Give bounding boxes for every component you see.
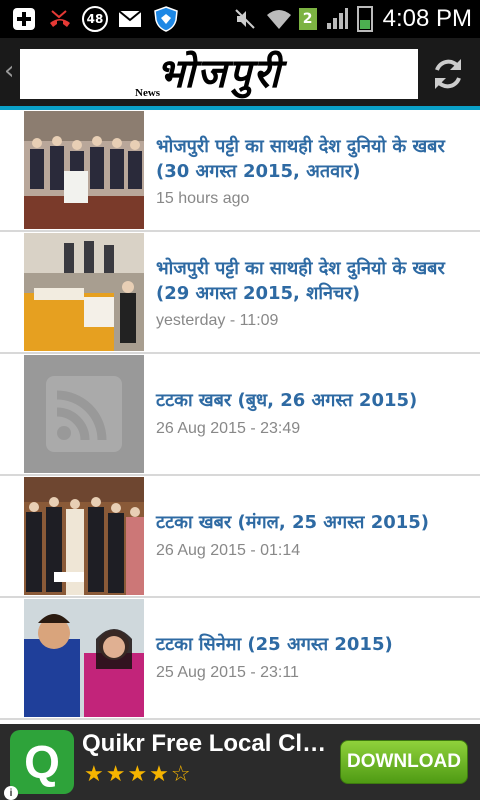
article-thumbnail [24, 599, 144, 717]
ad-banner[interactable]: Q Quikr Free Local Cla... ★★★★☆ DOWNLOAD… [0, 724, 480, 800]
refresh-icon[interactable] [426, 52, 470, 96]
article-row[interactable]: टटका खबर (बुध, 26 अगस्त 2015) 26 Aug 201… [0, 354, 480, 476]
clock: 4:08 PM [382, 5, 472, 32]
article-title[interactable]: टटका खबर (मंगल, 25 अगस्त 2015) [156, 510, 468, 535]
download-button[interactable]: DOWNLOAD [340, 740, 468, 784]
mute-icon [231, 5, 259, 33]
article-row[interactable]: टटका सिनेमा (25 अगस्त 2015) 25 Aug 2015 … [0, 598, 480, 720]
app-logo[interactable]: भोजपुरी News [20, 49, 418, 99]
article-date: yesterday - 11:09 [156, 312, 279, 329]
ad-title[interactable]: Quikr Free Local Cla... [82, 730, 332, 758]
article-date: 15 hours ago [156, 190, 250, 207]
article-thumbnail [24, 111, 144, 229]
mail-icon [116, 5, 144, 33]
star-rating: ★★★★☆ [84, 762, 193, 787]
action-bar: ‹ भोजपुरी News [0, 38, 480, 110]
quikr-app-icon[interactable]: Q [10, 730, 74, 794]
status-bar-notifications: 48 [10, 5, 180, 33]
add-icon [10, 5, 38, 33]
chevron-left-icon[interactable]: ‹ [4, 56, 14, 86]
article-date: 26 Aug 2015 - 23:49 [156, 420, 301, 437]
article-title[interactable]: भोजपुरी पट्टी का साथही देश दुनियो के खबर… [156, 134, 468, 184]
article-title[interactable]: भोजपुरी पट्टी का साथही देश दुनियो के खबर… [156, 256, 468, 306]
logo-subtitle: News [135, 87, 161, 99]
missed-call-icon [46, 5, 74, 33]
article-date: 25 Aug 2015 - 23:11 [156, 664, 299, 681]
wifi-icon [265, 5, 293, 33]
status-bar: 48 2 4:08 PM [0, 0, 480, 38]
notification-count-badge: 48 [82, 6, 108, 32]
status-bar-system: 2 4:08 PM [231, 4, 472, 34]
article-date: 26 Aug 2015 - 01:14 [156, 542, 301, 559]
article-list: भोजपुरी पट्टी का साथही देश दुनियो के खबर… [0, 110, 480, 724]
article-row[interactable]: भोजपुरी पट्टी का साथही देश दुनियो के खबर… [0, 110, 480, 232]
signal-icon [323, 5, 351, 33]
article-thumbnail [24, 233, 144, 351]
logo-title: भोजपुरी [156, 50, 282, 97]
shield-icon [152, 5, 180, 33]
battery-icon [356, 6, 373, 32]
article-row[interactable]: टटका खबर (मंगल, 25 अगस्त 2015) 26 Aug 20… [0, 476, 480, 598]
article-thumbnail [24, 477, 144, 595]
rss-icon [24, 355, 144, 473]
ad-info-icon[interactable]: i [4, 786, 18, 800]
article-row[interactable]: भोजपुरी पट्टी का साथही देश दुनियो के खबर… [0, 232, 480, 354]
sim-2-icon: 2 [298, 8, 317, 30]
article-title[interactable]: टटका खबर (बुध, 26 अगस्त 2015) [156, 388, 468, 413]
article-title[interactable]: टटका सिनेमा (25 अगस्त 2015) [156, 632, 468, 657]
